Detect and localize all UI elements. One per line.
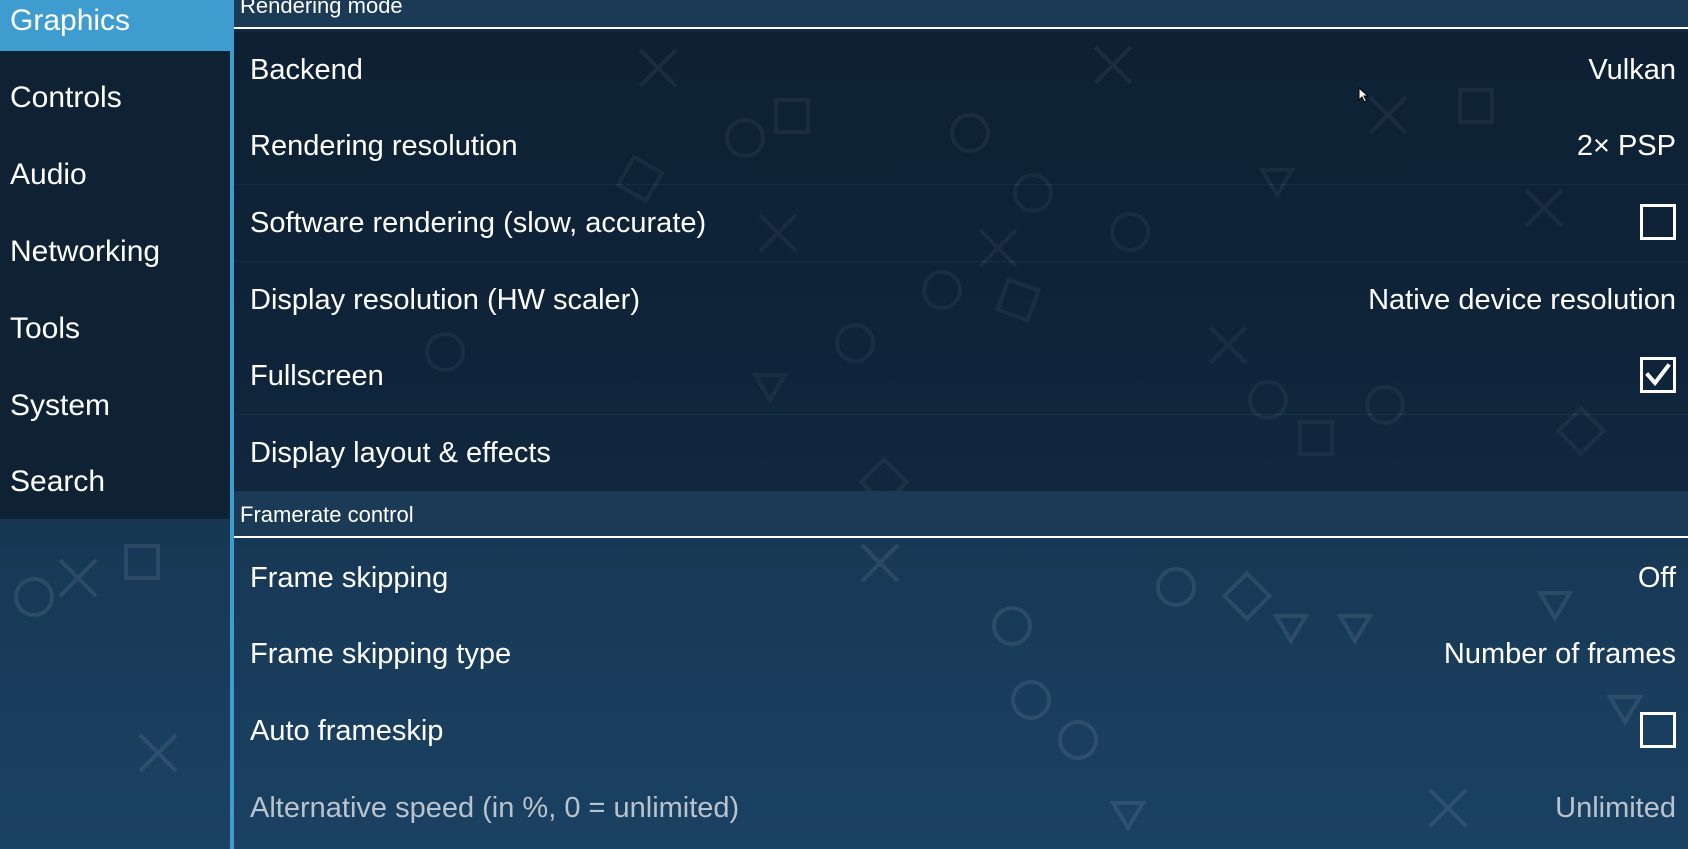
- setting-rendering-resolution[interactable]: Rendering resolution 2× PSP: [234, 108, 1688, 184]
- section-header-rendering-mode: Rendering mode: [234, 0, 1688, 29]
- software-rendering-checkbox[interactable]: [1640, 204, 1676, 240]
- setting-software-rendering[interactable]: Software rendering (slow, accurate): [234, 185, 1688, 261]
- setting-label: Alternative speed (in %, 0 = unlimited): [250, 792, 740, 824]
- tab-audio[interactable]: Audio: [0, 145, 230, 205]
- setting-label: Rendering resolution: [250, 130, 518, 162]
- setting-frame-skipping-type[interactable]: Frame skipping type Number of frames: [234, 616, 1688, 692]
- setting-value: Native device resolution: [1368, 284, 1676, 316]
- tab-system[interactable]: System: [0, 376, 230, 436]
- setting-fullscreen[interactable]: Fullscreen: [234, 338, 1688, 414]
- tab-networking[interactable]: Networking: [0, 222, 230, 282]
- setting-display-layout-effects[interactable]: Display layout & effects: [234, 415, 1688, 491]
- section-title: Framerate control: [240, 502, 414, 527]
- section-header-framerate-control: Framerate control: [234, 491, 1688, 538]
- sidebar-tab-list: Graphics Controls Audio Networking Tools…: [0, 0, 230, 519]
- setting-value: 2× PSP: [1576, 130, 1676, 162]
- setting-display-resolution[interactable]: Display resolution (HW scaler) Native de…: [234, 262, 1688, 338]
- setting-label: Frame skipping type: [250, 638, 512, 670]
- setting-frame-skipping[interactable]: Frame skipping Off: [234, 540, 1688, 616]
- tab-search[interactable]: Search: [0, 452, 230, 512]
- tab-controls[interactable]: Controls: [0, 68, 230, 128]
- tab-tools[interactable]: Tools: [0, 299, 230, 359]
- settings-screen: Graphics Controls Audio Networking Tools…: [0, 0, 1688, 849]
- setting-label: Auto frameskip: [250, 715, 444, 747]
- setting-label: Software rendering (slow, accurate): [250, 207, 707, 239]
- setting-auto-frameskip[interactable]: Auto frameskip: [234, 693, 1688, 769]
- setting-label: Frame skipping: [250, 562, 449, 594]
- setting-backend[interactable]: Backend Vulkan: [234, 32, 1688, 108]
- settings-content: Rendering mode Backend Vulkan Rendering …: [234, 0, 1688, 849]
- setting-value: Vulkan: [1588, 54, 1676, 86]
- tab-graphics[interactable]: Graphics: [0, 0, 230, 51]
- setting-alternative-speed[interactable]: Alternative speed (in %, 0 = unlimited) …: [234, 770, 1688, 846]
- setting-label: Backend: [250, 54, 363, 86]
- setting-value: Number of frames: [1443, 638, 1676, 670]
- setting-value: Off: [1637, 562, 1676, 594]
- setting-label: Display layout & effects: [250, 437, 551, 469]
- setting-label: Display resolution (HW scaler): [250, 284, 640, 316]
- fullscreen-checkbox[interactable]: [1640, 357, 1676, 393]
- checkmark-icon: [1645, 363, 1671, 387]
- setting-value: Unlimited: [1555, 792, 1676, 824]
- auto-frameskip-checkbox[interactable]: [1640, 712, 1676, 748]
- sidebar: Graphics Controls Audio Networking Tools…: [0, 0, 230, 849]
- setting-label: Fullscreen: [250, 360, 384, 392]
- section-title: Rendering mode: [240, 0, 403, 18]
- mouse-pointer-icon: [1358, 87, 1370, 103]
